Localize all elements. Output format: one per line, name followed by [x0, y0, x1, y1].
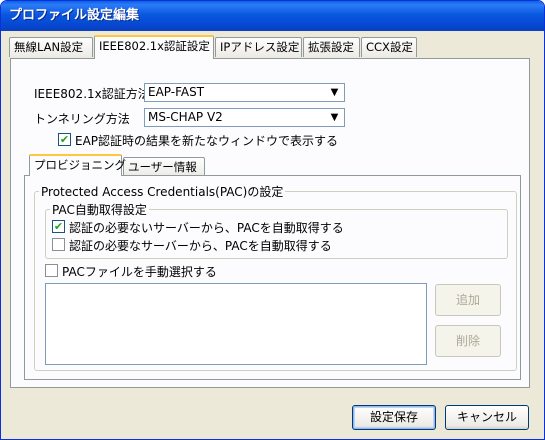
chevron-down-icon[interactable]: ▼ — [327, 110, 342, 125]
check-icon: ✔ — [53, 220, 64, 233]
window-title: プロファイル設定編集 — [1, 1, 544, 31]
profile-edit-window: プロファイル設定編集 無線LAN設定 IEEE802.1x認証設定 IPアドレス… — [0, 0, 545, 440]
tab-ccx[interactable]: CCX設定 — [361, 37, 417, 57]
pac-auto-auth-checkbox[interactable] — [52, 238, 65, 251]
show-result-label: EAP認証時の結果を新たなウィンドウで表示する — [75, 134, 339, 148]
delete-button[interactable]: 削除 — [435, 325, 501, 357]
tab-advanced[interactable]: 拡張設定 — [303, 37, 360, 57]
chevron-down-icon[interactable]: ▼ — [327, 85, 342, 100]
auth-method-select[interactable]: EAP-FAST ▼ — [144, 83, 345, 102]
tab-provisioning[interactable]: プロビジョニング — [29, 154, 126, 176]
tab-ip-address[interactable]: IPアドレス設定 — [215, 37, 302, 57]
tab-ieee8021x[interactable]: IEEE802.1x認証設定 — [94, 35, 214, 59]
cancel-button[interactable]: キャンセル — [445, 405, 529, 430]
show-result-checkbox[interactable]: ✔ — [58, 133, 71, 146]
tab-wireless-lan[interactable]: 無線LAN設定 — [9, 37, 93, 57]
pac-settings-title: Protected Access Credentials(PAC)の設定 — [39, 183, 286, 200]
save-button[interactable]: 設定保存 — [352, 405, 436, 430]
pac-auto-unauth-label: 認証の必要ないサーバーから、PACを自動取得する — [69, 221, 344, 235]
auth-method-value: EAP-FAST — [148, 85, 205, 99]
pac-auto-unauth-checkbox[interactable]: ✔ — [52, 220, 65, 233]
pac-file-list[interactable] — [45, 283, 427, 365]
auth-method-label: IEEE802.1x認証方法 — [34, 87, 150, 101]
tunnel-method-label: トンネリング方法 — [34, 112, 130, 126]
pac-auto-title: PAC自動取得設定 — [50, 201, 149, 218]
pac-manual-checkbox[interactable] — [45, 264, 58, 277]
tab-user-info[interactable]: ユーザー情報 — [123, 157, 205, 176]
pac-auto-auth-label: 認証の必要なサーバーから、PACを自動取得する — [69, 239, 332, 253]
pac-manual-label: PACファイルを手動選択する — [62, 265, 217, 279]
tunnel-method-select[interactable]: MS-CHAP V2 ▼ — [144, 108, 345, 127]
add-button[interactable]: 追加 — [435, 284, 501, 316]
check-icon: ✔ — [59, 133, 70, 146]
tunnel-method-value: MS-CHAP V2 — [148, 110, 223, 124]
